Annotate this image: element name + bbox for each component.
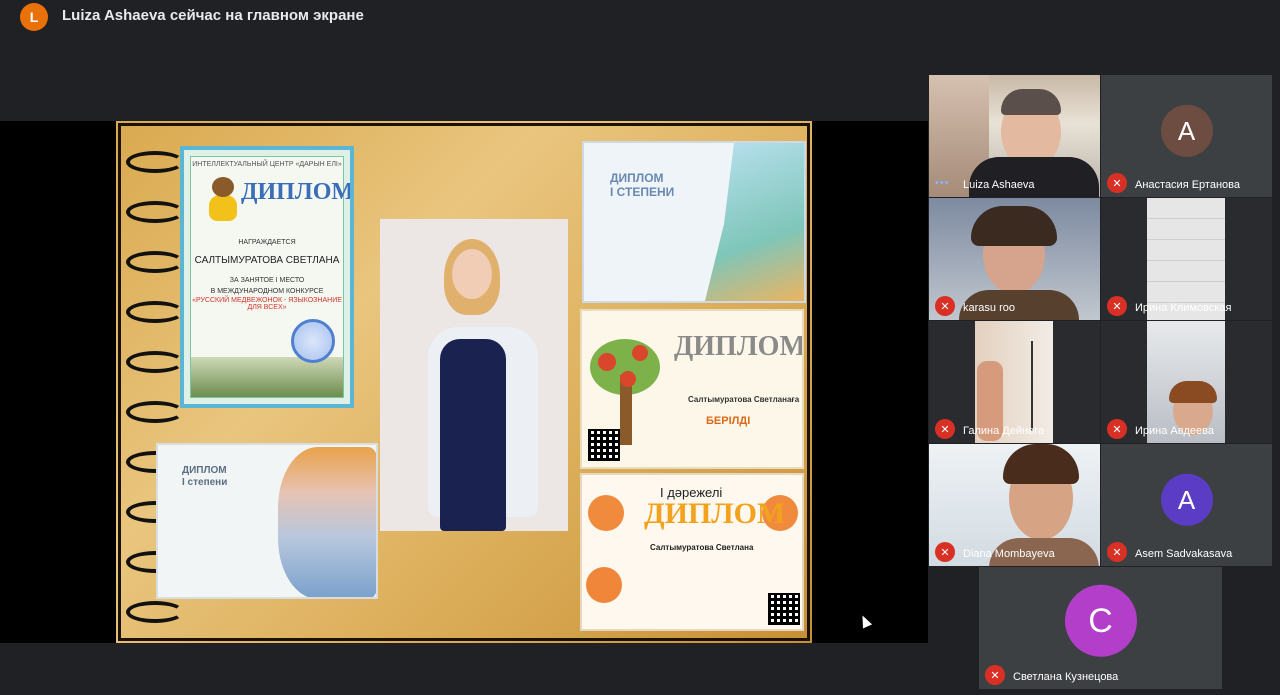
- diploma-recipient: Салтымуратова Светланаға: [688, 395, 800, 404]
- diploma-russian-bear: ИНТЕЛЛЕКТУАЛЬНЫЙ ЦЕНТР «ДАРЫН ЕЛІ» ДИПЛО…: [180, 146, 354, 408]
- student-photo: [380, 219, 568, 531]
- participant-name: Галина Дейнега: [963, 425, 1045, 437]
- diploma-recipient: САЛТЫМУРАТОВА СВЕТЛАНА: [194, 255, 340, 266]
- diploma-contest-name: «РУССКИЙ МЕДВЕЖОНОК - ЯЗЫКОЗНАНИЕ ДЛЯ ВС…: [192, 297, 342, 311]
- diploma-title: ДИПЛОМ I СТЕПЕНИ: [610, 171, 675, 199]
- presentation-banner: L Luiza Ashaeva сейчас на главном экране: [0, 0, 1280, 34]
- diploma-subtitle: НАГРАЖДАЕТСЯ: [238, 239, 296, 246]
- diploma-illustration: [278, 447, 376, 597]
- diploma-recipient: Салтымуратова Светлана: [650, 543, 754, 552]
- diploma-title: ДИПЛОМ: [241, 179, 354, 205]
- mic-off-icon: ✕: [1107, 173, 1127, 193]
- mic-off-icon: ✕: [935, 296, 955, 316]
- diploma-first-degree-top: ДИПЛОМ I СТЕПЕНИ: [582, 141, 806, 303]
- mic-off-icon: ✕: [1107, 296, 1127, 316]
- participant-tile-galina-deinega[interactable]: ✕ Галина Дейнега: [929, 321, 1100, 443]
- mic-off-icon: ✕: [1107, 542, 1127, 562]
- participant-tile-irina-avdeeva[interactable]: ✕ Ирина Авдеева: [1101, 321, 1272, 443]
- mic-off-icon: ✕: [935, 542, 955, 562]
- diploma-footer-art: [191, 357, 343, 397]
- participant-avatar: А: [1160, 104, 1213, 157]
- participant-tile-karasu-roo[interactable]: ✕ karasu roo: [929, 198, 1100, 320]
- diploma-place: ЗА ЗАНЯТОЕ I МЕСТО В МЕЖДУНАРОДНОМ КОНКУ…: [210, 277, 324, 295]
- diploma-title: ДИПЛОМ: [674, 331, 804, 362]
- participant-tile-diana-mombayeva[interactable]: ✕ Diana Mombayeva: [929, 444, 1100, 566]
- participant-avatar: С: [1064, 584, 1137, 657]
- diploma-awarded: БЕРІЛДІ: [706, 415, 751, 427]
- participant-name: Luiza Ashaeva: [963, 179, 1035, 191]
- participant-name: karasu roo: [963, 302, 1015, 314]
- participant-avatar: A: [1160, 473, 1213, 526]
- participant-tile-irina-klimovskaya[interactable]: ✕ Ирина Климовская: [1101, 198, 1272, 320]
- participant-name: Светлана Кузнецова: [1013, 671, 1119, 683]
- participant-name: Ирина Авдеева: [1135, 425, 1214, 437]
- seal-icon: [291, 319, 335, 363]
- diploma-illustration: [704, 143, 804, 301]
- participant-name: Diana Mombayeva: [963, 548, 1055, 560]
- bear-icon: [209, 177, 237, 221]
- participant-tile-asem-sadvakasava[interactable]: A ✕ Asem Sadvakasava: [1101, 444, 1272, 566]
- mic-off-icon: ✕: [1107, 419, 1127, 439]
- participant-name: Ирина Климовская: [1135, 302, 1232, 314]
- participant-tile-svetlana-kuznetsova[interactable]: С ✕ Светлана Кузнецова: [979, 567, 1222, 689]
- participant-tile-anastasia[interactable]: А ✕ Анастасия Ертанова: [1101, 75, 1272, 197]
- presentation-status-text: Luiza Ashaeva сейчас на главном экране: [62, 7, 364, 24]
- participant-tile-luiza-ashaeva[interactable]: ••• Luiza Ashaeva: [929, 75, 1100, 197]
- mic-off-icon: ✕: [985, 665, 1005, 685]
- mic-off-icon: ✕: [935, 419, 955, 439]
- qr-code-icon: [768, 593, 800, 625]
- diploma-apple-tree: ДИПЛОМ Салтымуратова Светланаға БЕРІЛДІ: [580, 309, 804, 469]
- diploma-first-level: I дәрежелі ДИПЛОМ Салтымуратова Светлана: [580, 473, 804, 631]
- diploma-title: ДИПЛОМ I степени: [182, 465, 228, 488]
- diploma-title: ДИПЛОМ: [644, 497, 786, 530]
- speaking-dots-icon: •••: [935, 177, 950, 189]
- diploma-header: ИНТЕЛЛЕКТУАЛЬНЫЙ ЦЕНТР «ДАРЫН ЕЛІ»: [192, 161, 342, 168]
- presentation-slide: ИНТЕЛЛЕКТУАЛЬНЫЙ ЦЕНТР «ДАРЫН ЕЛІ» ДИПЛО…: [116, 121, 812, 643]
- presenter-avatar: L: [20, 3, 48, 31]
- participant-name: Анастасия Ертанова: [1135, 179, 1240, 191]
- diploma-first-degree-bottom: ДИПЛОМ I степени: [156, 443, 378, 599]
- participant-name: Asem Sadvakasava: [1135, 548, 1233, 560]
- shared-screen[interactable]: ИНТЕЛЛЕКТУАЛЬНЫЙ ЦЕНТР «ДАРЫН ЕЛІ» ДИПЛО…: [0, 121, 928, 643]
- qr-code-icon: [588, 429, 620, 461]
